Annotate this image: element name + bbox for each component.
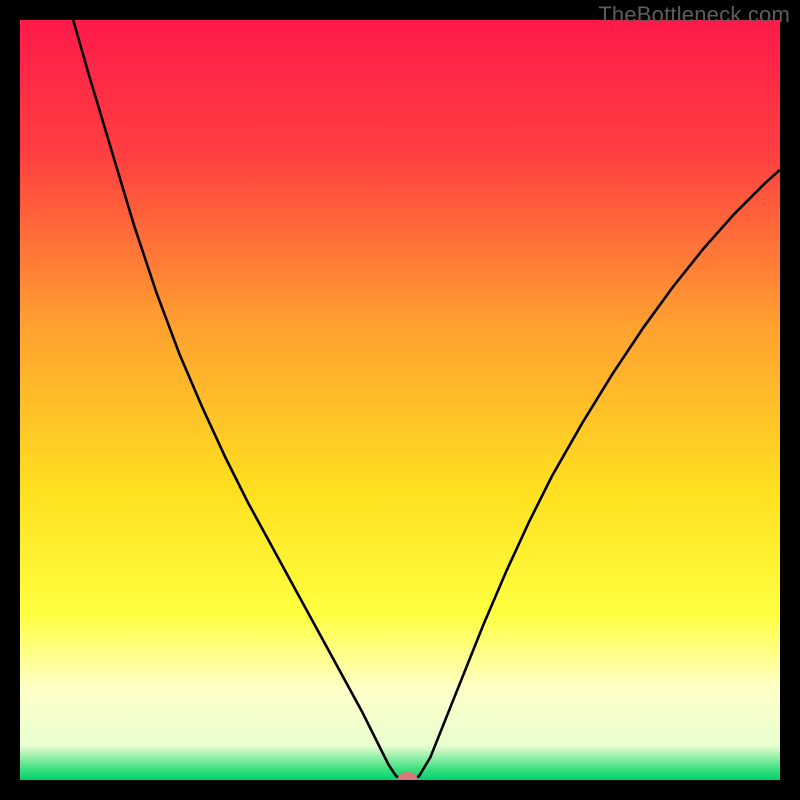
gradient-background — [20, 20, 780, 780]
bottleneck-chart — [20, 20, 780, 780]
watermark-text: TheBottleneck.com — [598, 2, 790, 28]
chart-frame: TheBottleneck.com — [0, 0, 800, 800]
